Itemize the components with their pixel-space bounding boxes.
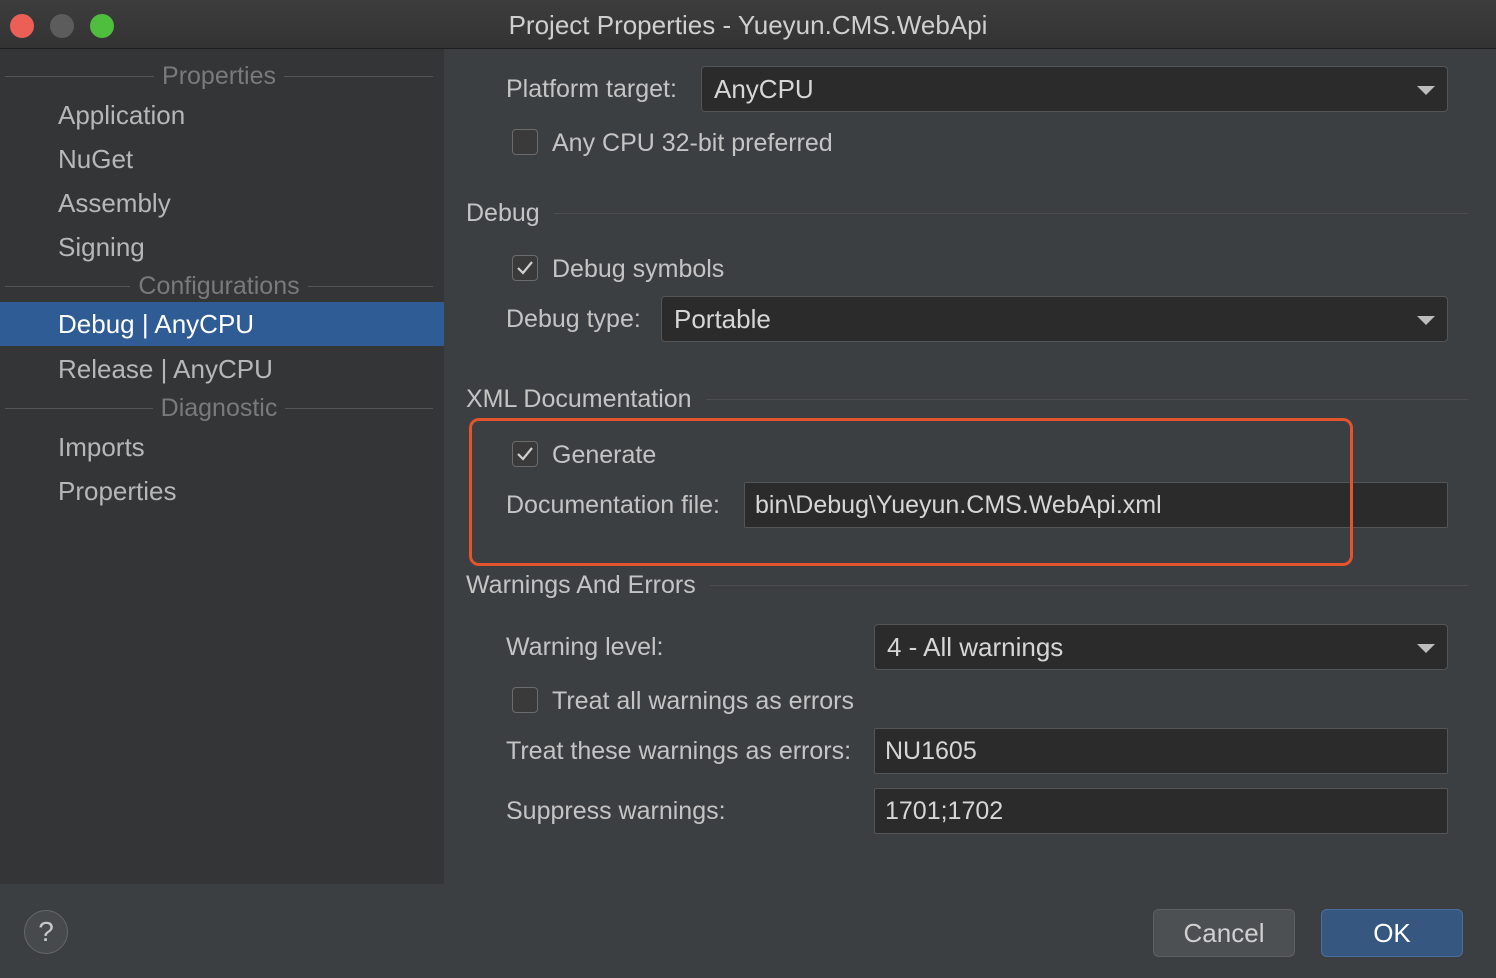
warning-level-label: Warning level:: [506, 633, 664, 661]
treat-these-warnings-label: Treat these warnings as errors:: [506, 737, 852, 765]
sidebar-item-nuget[interactable]: NuGet: [0, 137, 444, 181]
chevron-down-icon: [1417, 86, 1435, 95]
sidebar-section-configurations: Configurations: [5, 271, 433, 301]
debug-group-title: Debug: [466, 198, 540, 227]
prefer-32bit-label: Any CPU 32-bit preferred: [552, 129, 833, 157]
separator-line: [5, 75, 155, 77]
debug-type-label: Debug type:: [506, 305, 641, 333]
separator-line: [5, 407, 153, 409]
warnings-group-header: Warnings And Errors: [466, 570, 1468, 600]
sidebar: Properties Application NuGet Assembly Si…: [0, 49, 444, 884]
debug-symbols-label: Debug symbols: [552, 255, 725, 283]
xml-doc-group-title: XML Documentation: [466, 384, 692, 413]
help-button[interactable]: ?: [24, 910, 68, 954]
window-title: Project Properties - Yueyun.CMS.WebApi: [508, 10, 988, 40]
treat-all-warnings-label: Treat all warnings as errors: [552, 687, 854, 715]
treat-these-warnings-input[interactable]: NU1605: [874, 728, 1448, 774]
title-bar: Project Properties - Yueyun.CMS.WebApi: [0, 0, 1496, 49]
cancel-button[interactable]: Cancel: [1153, 909, 1295, 957]
sidebar-section-label: Diagnostic: [160, 393, 278, 422]
chevron-down-icon: [1417, 316, 1435, 325]
platform-target-dropdown[interactable]: AnyCPU: [701, 66, 1448, 112]
group-divider: [709, 584, 1468, 586]
debug-group-header: Debug: [466, 198, 1468, 228]
group-divider: [553, 212, 1468, 214]
suppress-warnings-input[interactable]: 1701;1702: [874, 788, 1448, 834]
sidebar-section-label: Configurations: [138, 271, 300, 300]
separator-line: [285, 407, 434, 409]
sidebar-section-label: Properties: [162, 61, 276, 90]
debug-type-dropdown[interactable]: Portable: [661, 296, 1448, 342]
debug-type-value: Portable: [674, 304, 771, 334]
sidebar-item-release-anycpu[interactable]: Release | AnyCPU: [0, 347, 444, 391]
checkmark-icon: [517, 261, 533, 275]
ok-button[interactable]: OK: [1321, 909, 1463, 957]
sidebar-section-properties: Properties: [5, 61, 434, 91]
platform-target-label: Platform target:: [506, 75, 677, 103]
separator-line: [307, 285, 433, 287]
treat-all-warnings-checkbox[interactable]: [512, 687, 538, 713]
sidebar-item-debug-anycpu[interactable]: Debug | AnyCPU: [0, 302, 444, 346]
warning-level-dropdown[interactable]: 4 - All warnings: [874, 624, 1448, 670]
sidebar-item-assembly[interactable]: Assembly: [0, 181, 444, 225]
xml-doc-group-header: XML Documentation: [466, 384, 1468, 414]
group-divider: [705, 398, 1468, 400]
sidebar-item-imports[interactable]: Imports: [0, 425, 444, 469]
highlight-box: [469, 418, 1353, 566]
sidebar-section-diagnostic: Diagnostic: [5, 393, 434, 423]
warning-level-value: 4 - All warnings: [887, 632, 1064, 662]
debug-symbols-checkbox[interactable]: [512, 255, 538, 281]
sidebar-item-signing[interactable]: Signing: [0, 225, 444, 269]
warnings-group-title: Warnings And Errors: [466, 570, 696, 599]
sidebar-item-properties[interactable]: Properties: [0, 469, 444, 513]
suppress-warnings-label: Suppress warnings:: [506, 797, 726, 825]
prefer-32bit-checkbox[interactable]: [512, 129, 538, 155]
chevron-down-icon: [1417, 644, 1435, 653]
sidebar-item-application[interactable]: Application: [0, 93, 444, 137]
platform-target-value: AnyCPU: [714, 74, 814, 104]
separator-line: [5, 285, 131, 287]
separator-line: [283, 75, 434, 77]
